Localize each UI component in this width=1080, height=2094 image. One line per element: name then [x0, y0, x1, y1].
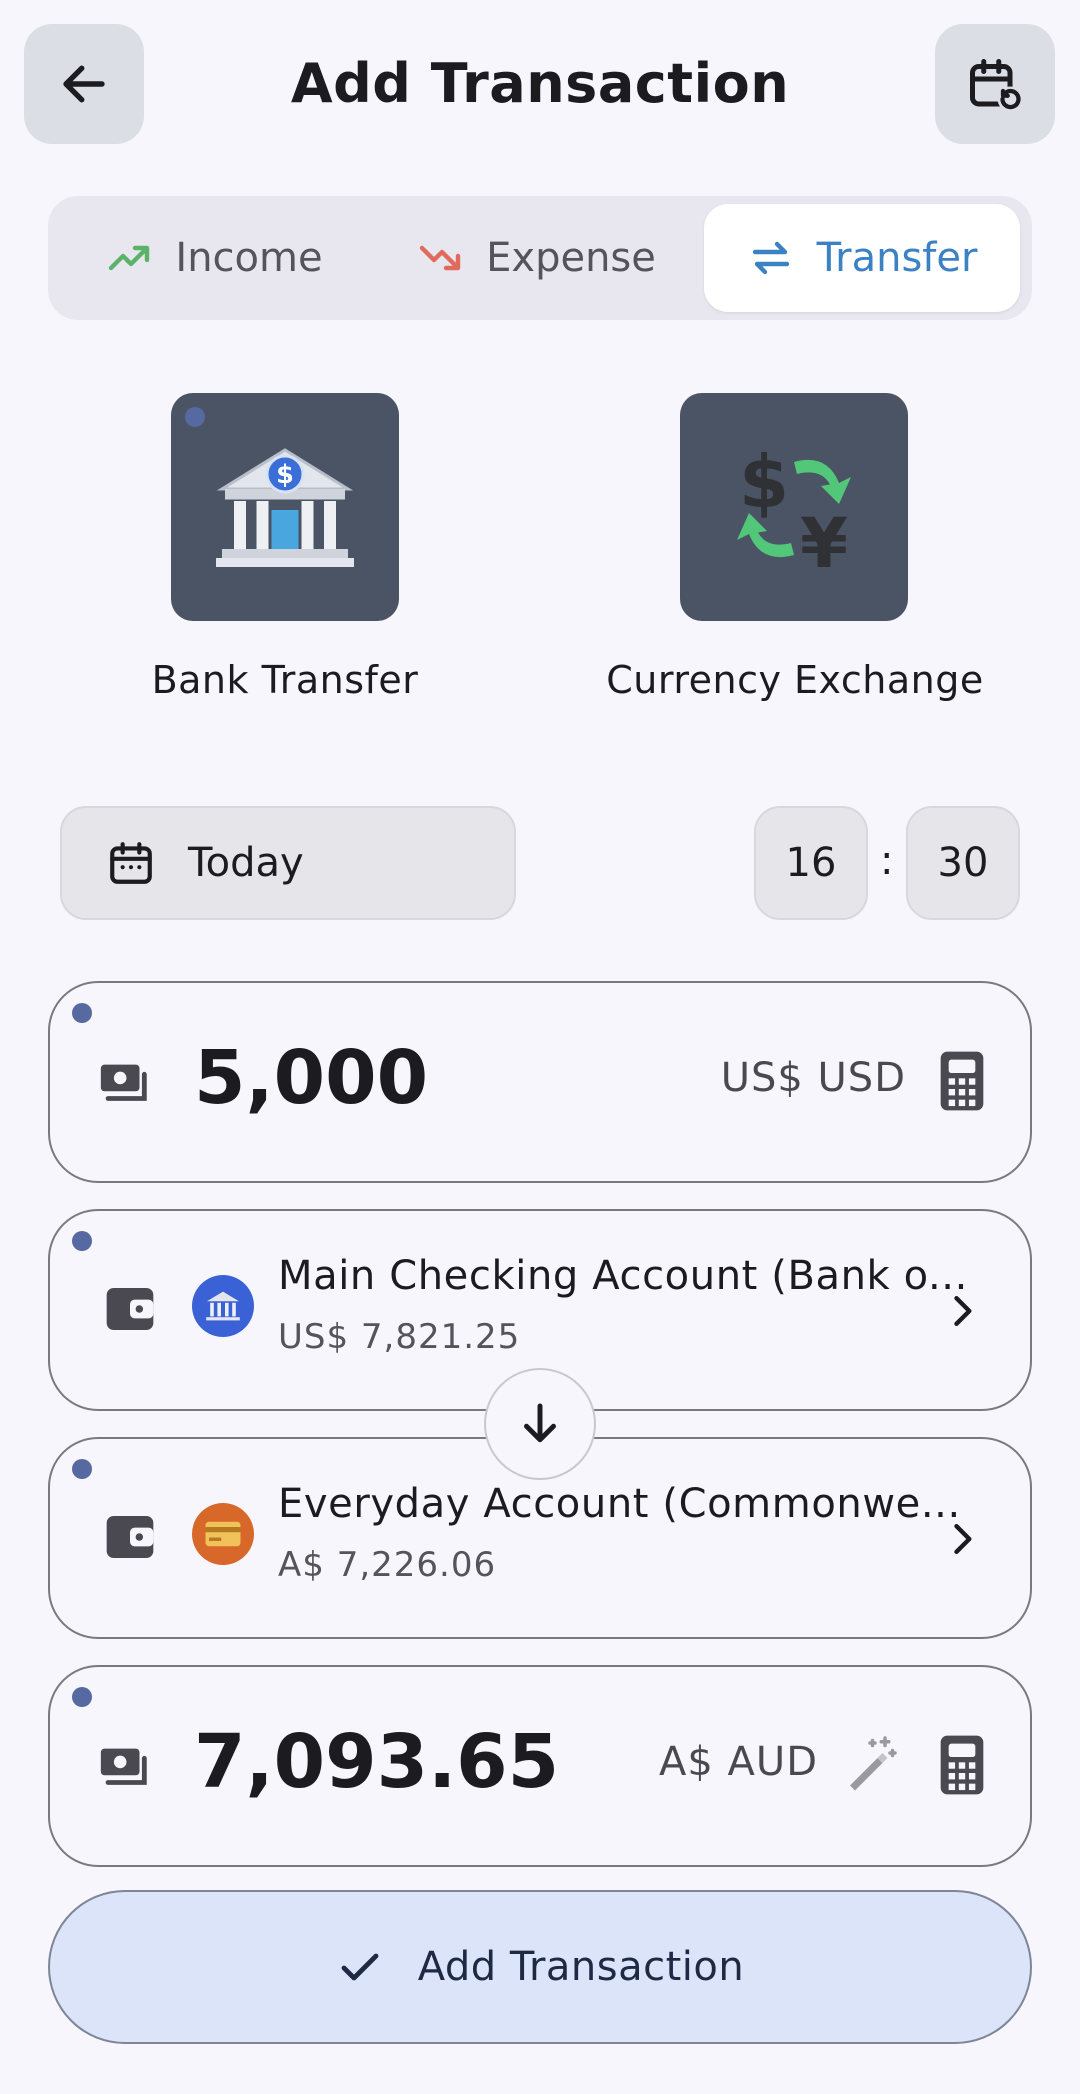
- to-amount-card[interactable]: 7,093.65 A$ AUD: [48, 1665, 1032, 1867]
- card-indicator: [72, 1003, 92, 1023]
- card-indicator: [72, 1459, 92, 1479]
- tab-income[interactable]: Income: [56, 204, 372, 312]
- category-bank-transfer[interactable]: $: [171, 393, 399, 621]
- to-account-balance: A$ 7,226.06: [278, 1545, 497, 1585]
- swap-horizontal-icon: [752, 241, 789, 275]
- time-separator: :: [880, 838, 894, 884]
- credit-card-icon: [205, 1521, 241, 1547]
- currency-exchange-icon: $ ¥: [737, 440, 851, 582]
- card-indicator: [72, 1231, 92, 1251]
- history-button[interactable]: [935, 24, 1055, 144]
- add-transaction-button[interactable]: Add Transaction: [48, 1890, 1032, 2044]
- chevron-right-icon: [954, 1523, 972, 1555]
- tab-income-label: Income: [175, 235, 323, 281]
- trending-up-icon: [109, 245, 150, 271]
- swap-accounts-button[interactable]: [484, 1368, 596, 1480]
- add-transaction-label: Add Transaction: [417, 1944, 745, 1990]
- arrow-down-icon: [524, 1403, 556, 1443]
- wallet-icon: [106, 1516, 154, 1558]
- from-amount-value: 5,000: [194, 1035, 429, 1121]
- cash-icon: [100, 1064, 147, 1101]
- minute-field[interactable]: 30: [906, 806, 1020, 920]
- calculator-icon[interactable]: [934, 1049, 990, 1113]
- to-account-name: Everyday Account (Commonwe...: [278, 1481, 961, 1527]
- category-bank-transfer-label: Bank Transfer: [151, 658, 419, 702]
- date-selector[interactable]: Today: [60, 806, 516, 920]
- bank-icon: [206, 1291, 240, 1321]
- tab-transfer-label: Transfer: [816, 235, 978, 281]
- calendar-history-icon: [970, 59, 1023, 112]
- trending-down-icon: [419, 245, 461, 271]
- calendar-icon: [110, 842, 152, 884]
- tab-expense[interactable]: Expense: [378, 204, 694, 312]
- svg-text:¥: ¥: [800, 504, 848, 582]
- wallet-icon: [106, 1288, 154, 1330]
- tab-transfer[interactable]: Transfer: [704, 204, 1020, 312]
- category-currency-exchange-label: Currency Exchange: [606, 658, 984, 702]
- date-label: Today: [188, 840, 304, 886]
- from-currency[interactable]: US$ USD: [721, 1055, 906, 1101]
- svg-text:$: $: [739, 440, 789, 524]
- card-indicator: [72, 1687, 92, 1707]
- hour-field[interactable]: 16: [754, 806, 868, 920]
- selected-indicator: [185, 407, 205, 427]
- bank-icon: $: [216, 448, 354, 567]
- to-amount-value: 7,093.65: [194, 1719, 560, 1805]
- check-icon: [341, 1953, 379, 1981]
- chevron-right-icon: [954, 1295, 972, 1327]
- bank-logo: [192, 1275, 254, 1337]
- cash-icon: [100, 1748, 147, 1785]
- svg-text:$: $: [276, 460, 294, 490]
- calculator-icon[interactable]: [934, 1733, 990, 1797]
- to-currency[interactable]: A$ AUD: [659, 1739, 818, 1785]
- from-account-name: Main Checking Account (Bank o...: [278, 1253, 968, 1299]
- from-account-balance: US$ 7,821.25: [278, 1317, 521, 1357]
- magic-wand-icon[interactable]: [840, 1733, 900, 1793]
- transaction-type-selector: Income Expense Transfer: [48, 196, 1032, 320]
- bank-logo: [192, 1503, 254, 1565]
- page-title: Add Transaction: [290, 52, 790, 115]
- from-amount-card[interactable]: 5,000 US$ USD: [48, 981, 1032, 1183]
- category-currency-exchange[interactable]: $ ¥: [680, 393, 908, 621]
- tab-expense-label: Expense: [486, 235, 656, 281]
